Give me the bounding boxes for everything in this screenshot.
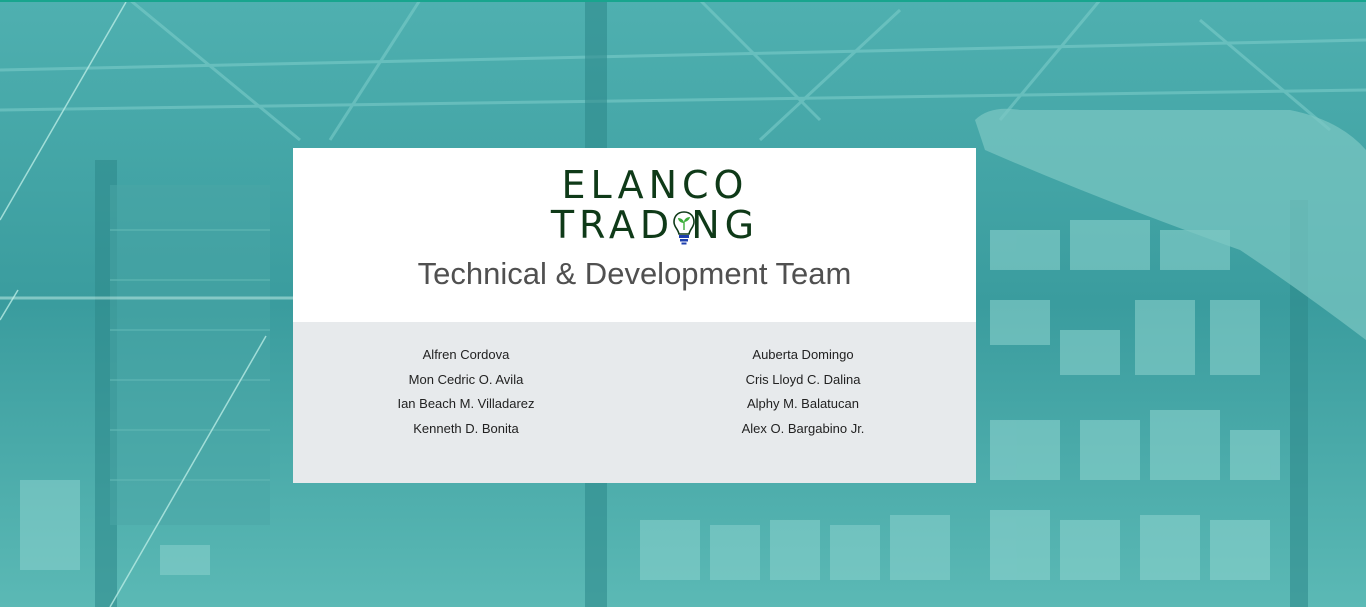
team-member: Alfren Cordova (422, 347, 510, 362)
team-card: ELANCO TRAD NG Technical & Development T… (293, 148, 976, 483)
lightbulb-icon (673, 211, 695, 245)
logo-line-1: ELANCO (561, 163, 749, 207)
logo-line-2: TRAD NG (550, 203, 760, 247)
team-title: Technical & Development Team (417, 256, 852, 291)
top-accent-line (0, 0, 1366, 2)
team-members-panel: Alfren Cordova Mon Cedric O. Avila Ian B… (293, 322, 976, 483)
team-member: Kenneth D. Bonita (413, 420, 519, 436)
team-member: Mon Cedric O. Avila (408, 371, 524, 387)
elanco-trading-logo: ELANCO TRAD NG (535, 166, 775, 248)
team-member: Auberta Domingo (752, 347, 854, 362)
team-member: Ian Beach M. Villadarez (397, 396, 535, 411)
team-column-left: Alfren Cordova Mon Cedric O. Avila Ian B… (346, 345, 586, 443)
team-member: Cris Lloyd C. Dalina (745, 371, 861, 387)
card-header: ELANCO TRAD NG Technical & Development T… (293, 148, 976, 322)
team-member: Alex O. Bargabino Jr. (741, 420, 865, 436)
team-column-right: Auberta Domingo Cris Lloyd C. Dalina Alp… (683, 345, 923, 443)
team-member: Alphy M. Balatucan (746, 396, 859, 411)
